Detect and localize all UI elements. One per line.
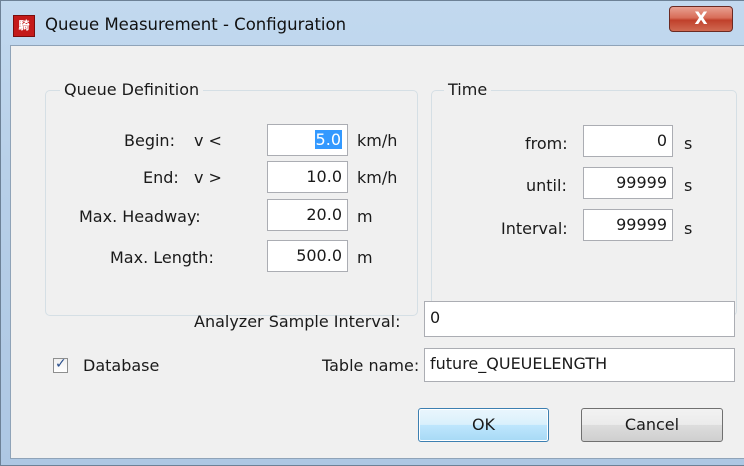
queue-definition-legend: Queue Definition	[60, 80, 204, 99]
end-unit: km/h	[357, 168, 398, 187]
table-name-input[interactable]: future_QUEUELENGTH	[424, 348, 735, 382]
close-icon: X	[694, 9, 708, 29]
time-from-label: from:	[525, 134, 568, 153]
max-length-label: Max. Length:	[110, 248, 214, 267]
dialog-client-area: Queue Definition Begin: v < 5.0 km/h End…	[10, 45, 744, 459]
time-until-unit: s	[684, 176, 693, 195]
dialog-window: 騎 Queue Measurement - Configuration X Qu…	[0, 0, 744, 466]
time-interval-unit: s	[684, 219, 693, 238]
time-until-label: until:	[526, 176, 567, 195]
max-length-input[interactable]: 500.0	[267, 240, 348, 272]
max-headway-label: Max. Headway:	[79, 207, 201, 226]
time-interval-label: Interval:	[501, 219, 568, 238]
max-headway-unit: m	[357, 207, 373, 226]
database-checkbox[interactable]: ✓	[53, 356, 68, 373]
window-title: Queue Measurement - Configuration	[45, 15, 347, 34]
begin-label: Begin:	[124, 131, 175, 150]
end-label: End:	[143, 168, 179, 187]
analyzer-interval-input[interactable]: 0	[424, 301, 735, 337]
time-group: Time	[431, 80, 737, 316]
time-from-input[interactable]: 0	[583, 125, 673, 157]
time-interval-input[interactable]: 99999	[583, 209, 673, 241]
max-length-unit: m	[357, 248, 373, 267]
analyzer-interval-label: Analyzer Sample Interval:	[194, 312, 401, 331]
begin-operator: v <	[194, 131, 222, 150]
title-bar[interactable]: 騎 Queue Measurement - Configuration X	[1, 1, 744, 45]
max-headway-input[interactable]: 20.0	[267, 199, 348, 231]
time-from-unit: s	[684, 134, 693, 153]
queue-definition-group: Queue Definition	[45, 80, 418, 316]
begin-unit: km/h	[357, 131, 398, 150]
end-operator: v >	[194, 168, 222, 187]
database-label: Database	[83, 356, 160, 375]
ok-button[interactable]: OK	[418, 408, 549, 442]
cancel-button[interactable]: Cancel	[581, 408, 723, 442]
begin-speed-value: 5.0	[314, 130, 342, 149]
app-icon: 騎	[13, 15, 35, 37]
end-speed-input[interactable]: 10.0	[267, 161, 348, 193]
time-until-input[interactable]: 99999	[583, 167, 673, 199]
close-button[interactable]: X	[669, 6, 733, 32]
checkmark-icon: ✓	[55, 356, 67, 372]
table-name-label: Table name:	[322, 356, 420, 375]
time-legend: Time	[444, 80, 492, 99]
begin-speed-input[interactable]: 5.0	[267, 124, 348, 156]
